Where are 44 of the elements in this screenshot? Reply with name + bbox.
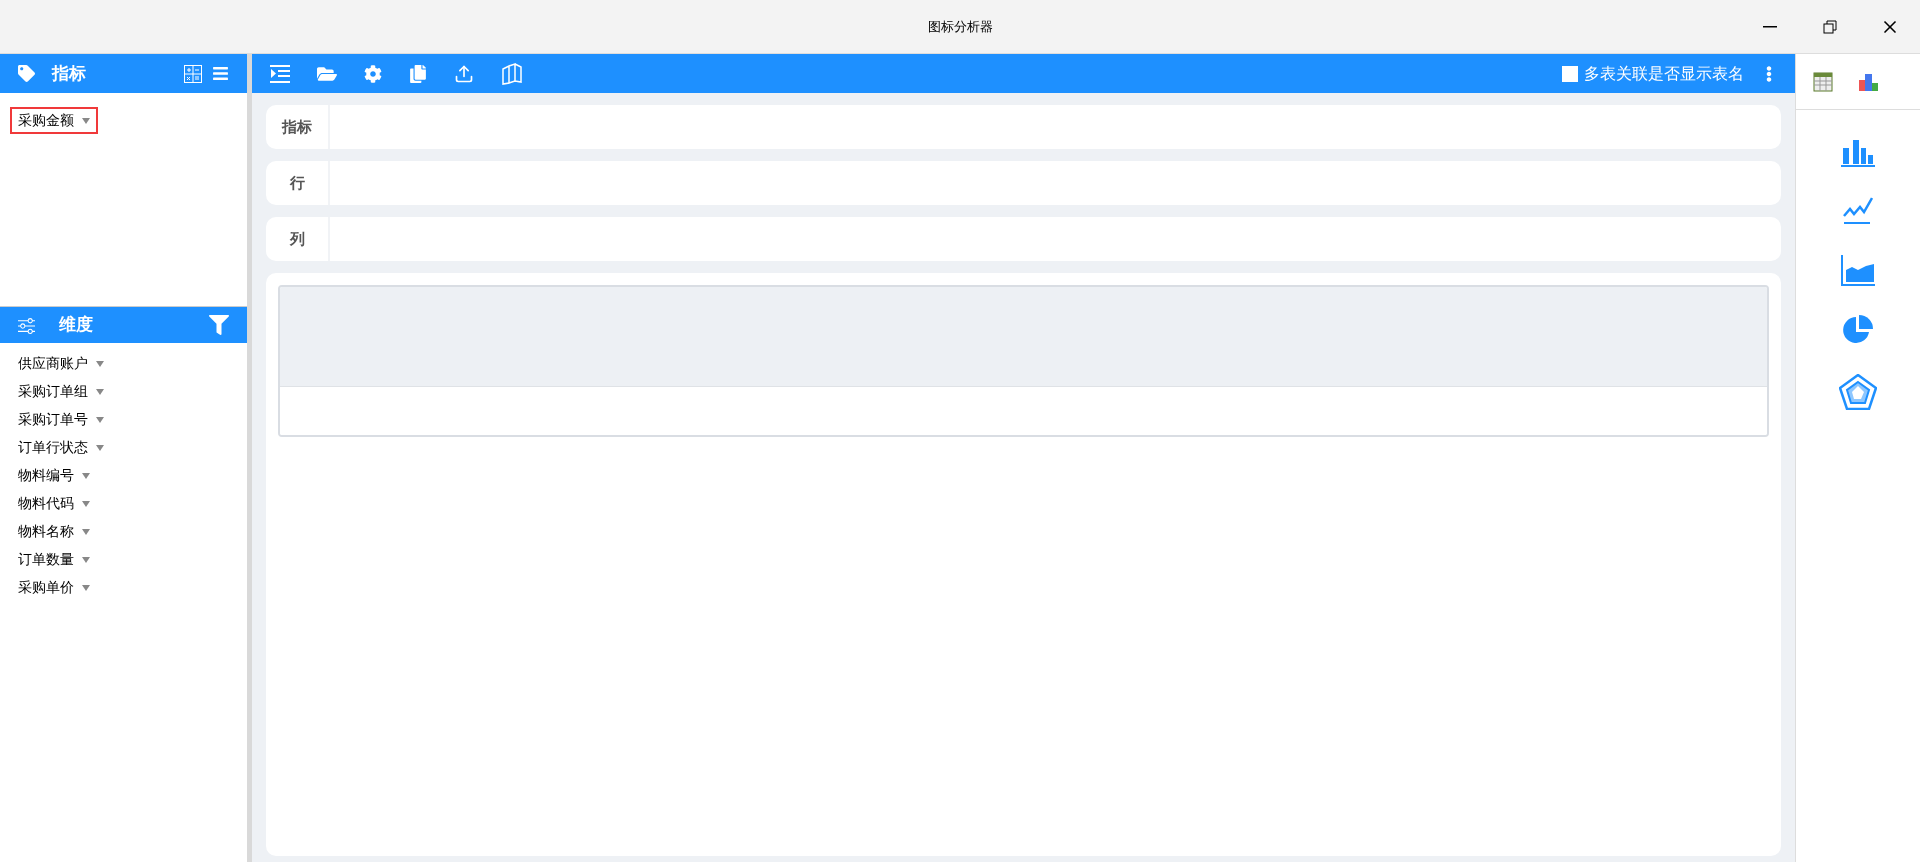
minimize-icon xyxy=(1763,25,1777,28)
drop-zone-label: 行 xyxy=(266,161,330,205)
area-chart-icon[interactable] xyxy=(1841,254,1875,286)
bar-chart-icon[interactable] xyxy=(1841,138,1875,168)
field-item[interactable]: 订单行状态 xyxy=(10,434,112,461)
upload-icon[interactable] xyxy=(454,63,474,84)
tag-icon xyxy=(18,65,35,82)
caret-icon xyxy=(96,388,104,395)
panel-title: 指标 xyxy=(52,61,86,85)
copy-icon[interactable] xyxy=(409,64,427,83)
calculator-icon[interactable] xyxy=(184,64,202,83)
restore-icon xyxy=(1823,19,1837,34)
drop-zone-label: 列 xyxy=(266,217,330,261)
window-title: 图标分析器 xyxy=(927,17,993,36)
field-item[interactable]: 采购金额 xyxy=(10,107,98,134)
caret-icon xyxy=(82,117,90,124)
caret-icon xyxy=(82,528,90,535)
caret-icon xyxy=(82,584,90,591)
filter-icon[interactable] xyxy=(209,315,229,335)
field-item[interactable]: 物料名称 xyxy=(10,518,98,545)
field-item[interactable]: 采购订单号 xyxy=(10,406,112,433)
field-item[interactable]: 物料代码 xyxy=(10,490,98,517)
field-item[interactable]: 供应商账户 xyxy=(10,350,112,377)
indent-icon[interactable] xyxy=(270,64,290,83)
bar-chart-icon xyxy=(1858,71,1880,92)
menu-icon[interactable] xyxy=(212,65,229,82)
caret-icon xyxy=(96,444,104,451)
radar-chart-icon[interactable] xyxy=(1839,374,1877,410)
field-item[interactable]: 采购订单组 xyxy=(10,378,112,405)
sliders-icon xyxy=(18,316,35,334)
line-chart-icon[interactable] xyxy=(1843,196,1873,226)
field-item[interactable]: 物料编号 xyxy=(10,462,98,489)
caret-icon xyxy=(96,360,104,367)
field-item[interactable]: 采购单价 xyxy=(10,574,98,601)
pie-chart-icon[interactable] xyxy=(1842,314,1874,346)
table-icon xyxy=(1813,71,1833,92)
field-item[interactable]: 订单数量 xyxy=(10,546,98,573)
caret-icon xyxy=(96,416,104,423)
caret-icon xyxy=(82,472,90,479)
caret-icon xyxy=(82,500,90,507)
settings-icon[interactable] xyxy=(364,64,382,83)
caret-icon xyxy=(82,556,90,563)
drop-zone-label: 指标 xyxy=(266,105,330,149)
panel-title: 维度 xyxy=(59,313,93,337)
